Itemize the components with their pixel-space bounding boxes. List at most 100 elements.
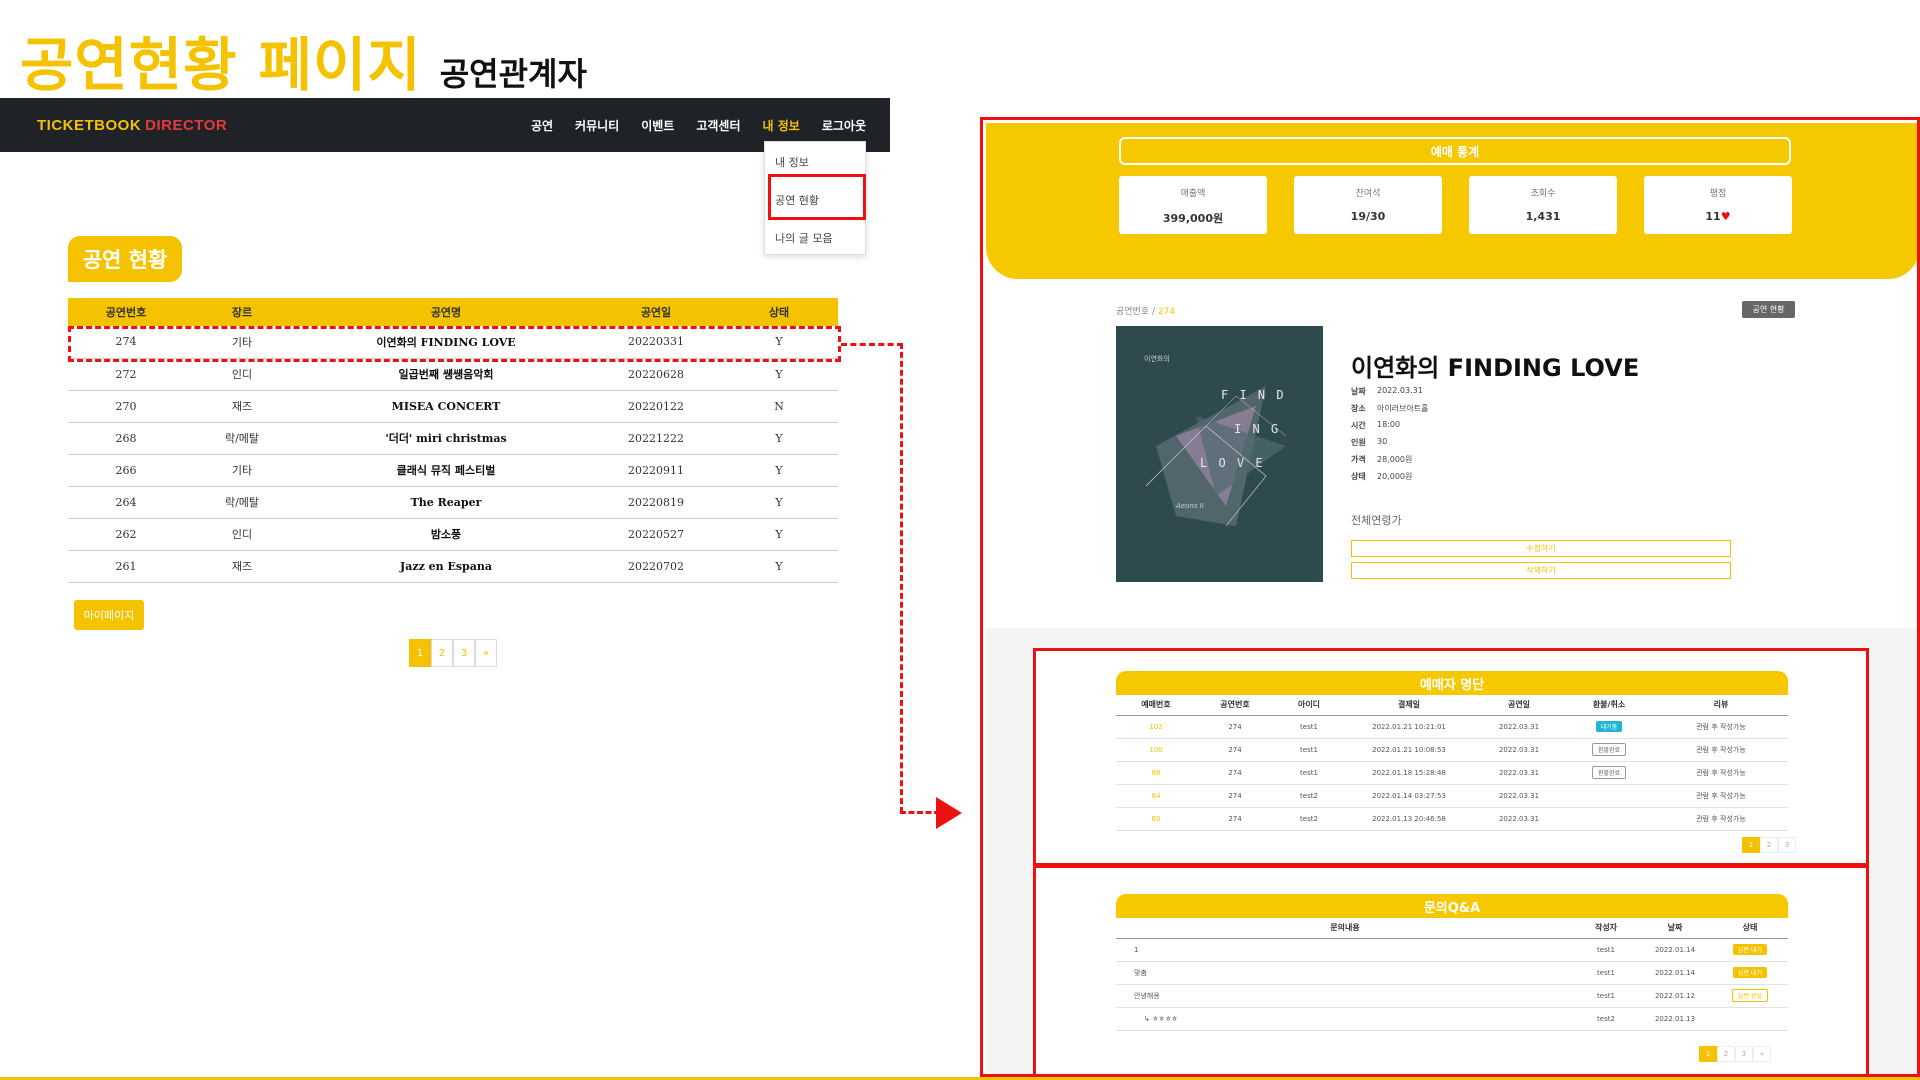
question-link[interactable]: 안녕해용 [1116, 984, 1574, 1008]
page-2[interactable]: 2 [431, 639, 453, 667]
reply-link[interactable]: ↳ ㅎㅎㅎㅎ [1116, 1007, 1574, 1031]
cell-title[interactable]: 밤소풍 [300, 518, 592, 551]
poster-line-2: I N G [1234, 422, 1281, 436]
stat-label: 평점 [1709, 189, 1727, 199]
cell-genre: 기타 [184, 454, 300, 487]
nav-item-community[interactable]: 커뮤니티 [575, 117, 619, 134]
col-author: 작성자 [1574, 918, 1638, 939]
col-number: 공연번호 [68, 298, 184, 326]
cell-title[interactable]: '더더' miri christmas [300, 422, 592, 455]
status-chip-button[interactable]: 공연 현황 [1742, 301, 1795, 318]
refund-status-button[interactable]: 대기중 [1595, 721, 1623, 732]
table-row[interactable]: 270 재즈 MISEA CONCERT 20220122 N [68, 390, 838, 423]
mypage-button[interactable]: 마이페이지 [74, 600, 144, 630]
cell: 2022.01.14 [1638, 961, 1712, 985]
col-reservation-no: 예매번호 [1116, 695, 1196, 716]
nav-item-my-info[interactable]: 내 정보 [763, 117, 800, 134]
info-value: 28,000원 [1377, 455, 1413, 464]
table-row[interactable]: 1 test1 2022.01.14 답변 대기 [1116, 938, 1788, 962]
cell: 관람 후 작성가능 [1654, 807, 1788, 831]
nav-item-customer-center[interactable]: 고객센터 [696, 117, 740, 134]
reservation-number-link[interactable]: 84 [1116, 784, 1196, 808]
info-value: 20,000원 [1377, 472, 1413, 481]
brand-logo[interactable]: TICKETBOOK DIRECTOR [37, 117, 227, 134]
info-row: 장소 아이러브아트홀 [1351, 403, 1429, 420]
cell-number: 262 [68, 518, 184, 551]
stats-banner: 예매 통계 매출액 399,000원 잔여석 19/30 조회수 1,431 평… [986, 123, 1917, 279]
dropdown-item-my-info[interactable]: 내 정보 [775, 154, 809, 170]
cell: 2022.01.18 15:28:48 [1344, 761, 1474, 785]
cell: 2022.01.21 10:21:01 [1344, 715, 1474, 739]
poster-signature: Aeons II [1176, 502, 1204, 510]
brand-primary: TICKETBOOK [37, 116, 142, 134]
question-link[interactable]: 맞춤 [1116, 961, 1574, 985]
page-1[interactable]: 1 [409, 639, 431, 667]
cell-date: 20220122 [592, 390, 720, 423]
table-row[interactable]: 261 재즈 Jazz en Espana 20220702 Y [68, 550, 838, 583]
cell: 환불완료 [1564, 738, 1654, 762]
table-row[interactable]: ↳ ㅎㅎㅎㅎ test2 2022.01.13 [1116, 1007, 1788, 1031]
stat-label: 매출액 [1180, 189, 1206, 199]
cell [1564, 807, 1654, 831]
cell: 274 [1196, 807, 1274, 831]
cell-title[interactable]: 클래식 뮤직 페스티벌 [300, 454, 592, 487]
table-row[interactable]: 264 락/메탈 The Reaper 20220819 Y [68, 486, 838, 519]
question-link[interactable]: 1 [1116, 938, 1574, 962]
cell-number: 270 [68, 390, 184, 423]
table-row[interactable]: 268 락/메탈 '더더' miri christmas 20221222 Y [68, 422, 838, 455]
brand-secondary: DIRECTOR [145, 116, 228, 134]
table-row[interactable]: 266 기타 클래식 뮤직 페스티벌 20220911 Y [68, 454, 838, 487]
table-row[interactable]: 맞춤 test1 2022.01.14 답변 대기 [1116, 961, 1788, 985]
nav-item-event[interactable]: 이벤트 [641, 117, 674, 134]
delete-button[interactable]: 삭제하기 [1351, 562, 1731, 579]
page-1[interactable]: 1 [1742, 837, 1760, 853]
dropdown-item-my-posts[interactable]: 나의 글 모음 [775, 230, 833, 246]
nav-item-performance[interactable]: 공연 [531, 117, 553, 134]
cell-date: 20220527 [592, 518, 720, 551]
cell: 2022.03.31 [1474, 784, 1564, 808]
poster-line-3: L O V E [1200, 456, 1265, 470]
cell-title[interactable]: Jazz en Espana [300, 550, 592, 583]
cell: 관람 후 작성가능 [1654, 738, 1788, 762]
page-1[interactable]: 1 [1699, 1046, 1717, 1062]
rating-value: 11 [1705, 210, 1721, 223]
cell-status: Y [720, 454, 838, 487]
table-row[interactable]: 262 인디 밤소풍 20220527 Y [68, 518, 838, 551]
reservation-number-link[interactable]: 100 [1116, 738, 1196, 762]
page-next[interactable]: » [1753, 1046, 1771, 1062]
page-3[interactable]: 3 [1735, 1046, 1753, 1062]
reservation-number-link[interactable]: 102 [1116, 715, 1196, 739]
cell-title[interactable]: 일곱번째 썡썡음악회 [300, 358, 592, 391]
table-row[interactable]: 안녕해용 test1 2022.01.12 답변 완료 [1116, 984, 1788, 1008]
cell-date: 20220702 [592, 550, 720, 583]
table-header-row: 문의내용 작성자 날짜 상태 [1116, 918, 1788, 939]
cell-title[interactable]: The Reaper [300, 486, 592, 519]
page-next[interactable]: » [475, 639, 497, 667]
info-value: 30 [1377, 437, 1388, 446]
page-3[interactable]: 3 [1778, 837, 1796, 853]
answer-status-button[interactable]: 답변 대기 [1733, 967, 1767, 978]
col-performance-date: 공연일 [1474, 695, 1564, 716]
col-status: 상태 [1712, 918, 1788, 939]
cell: 2022.01.13 20:46:58 [1344, 807, 1474, 831]
cell: test2 [1274, 807, 1344, 831]
table-row: 80 274 test2 2022.01.13 20:46:58 2022.03… [1116, 807, 1788, 831]
table-row[interactable]: 272 인디 일곱번째 썡썡음악회 20220628 Y [68, 358, 838, 391]
cell: test1 [1574, 961, 1638, 985]
poster-image: 이연화의 F I N D I N G L O V E Aeons II [1116, 326, 1323, 582]
performance-detail-frame: 예매 통계 매출액 399,000원 잔여석 19/30 조회수 1,431 평… [980, 117, 1920, 1077]
refund-status-badge: 환불완료 [1591, 743, 1627, 756]
reservation-number-link[interactable]: 80 [1116, 807, 1196, 831]
cell-title[interactable]: MISEA CONCERT [300, 390, 592, 423]
col-genre: 장르 [184, 298, 300, 326]
slide-title: 공연현황 페이지 [20, 31, 422, 99]
reservation-pagination: 1 2 3 [1742, 837, 1796, 853]
page-3[interactable]: 3 [453, 639, 475, 667]
reservation-number-link[interactable]: 88 [1116, 761, 1196, 785]
page-2[interactable]: 2 [1717, 1046, 1735, 1062]
nav-item-logout[interactable]: 로그아웃 [822, 117, 866, 134]
edit-button[interactable]: 수정하기 [1351, 540, 1731, 557]
page-2[interactable]: 2 [1760, 837, 1778, 853]
answer-status-button[interactable]: 답변 완료 [1732, 989, 1768, 1002]
answer-status-button[interactable]: 답변 대기 [1733, 944, 1767, 955]
